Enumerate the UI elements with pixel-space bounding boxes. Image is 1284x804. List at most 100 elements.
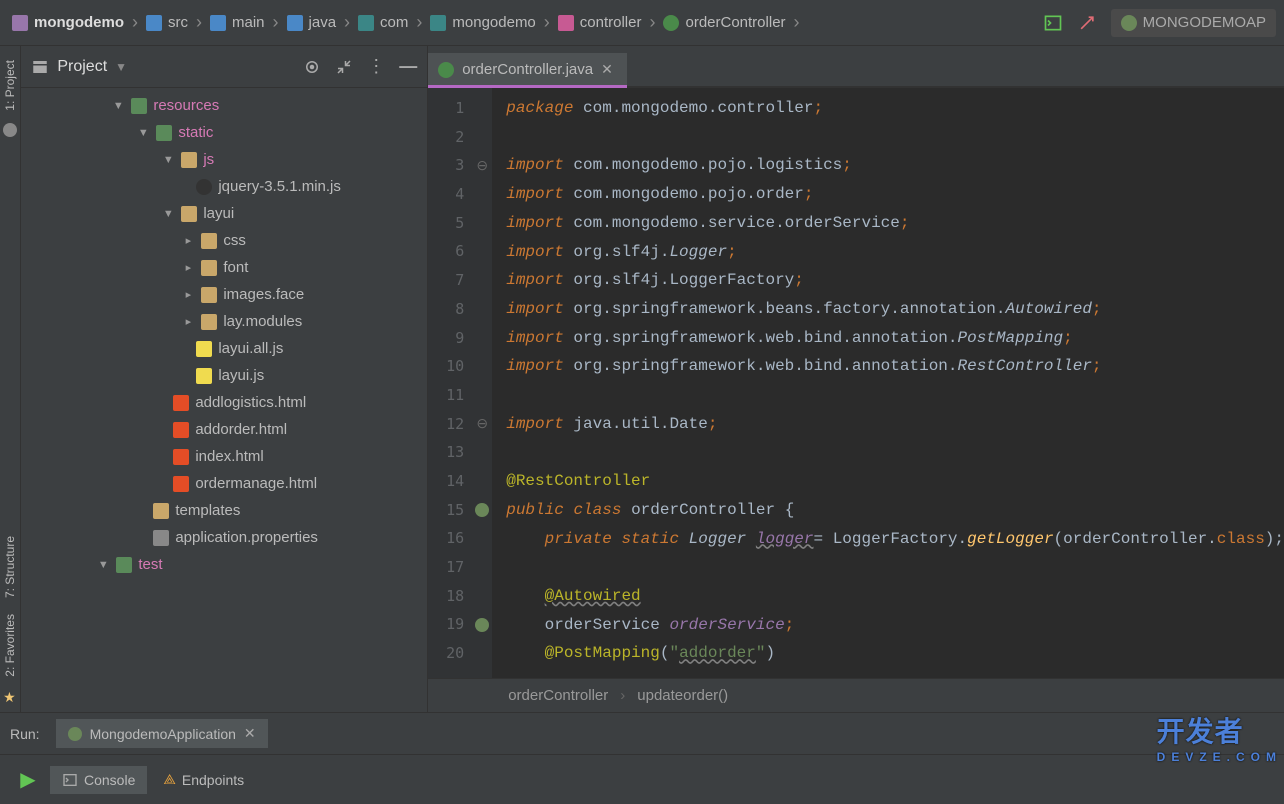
folder-icon — [131, 98, 147, 114]
module-icon — [12, 15, 28, 31]
label: addlogistics.html — [195, 394, 306, 411]
tab-project[interactable]: 1: Project — [3, 52, 17, 119]
bc-com[interactable]: com — [380, 14, 408, 31]
bc-ordercontroller[interactable]: orderController — [685, 14, 785, 31]
tab-structure[interactable]: 7: Structure — [3, 528, 17, 606]
tree-js[interactable]: ▼js — [21, 146, 427, 173]
tree-layuijs[interactable]: layui.js — [21, 362, 427, 389]
run-body: ▶ Console ⟁ Endpoints — [0, 755, 1284, 804]
tree-appprops[interactable]: application.properties — [21, 524, 427, 551]
bc-controller[interactable]: controller — [580, 14, 642, 31]
folder-icon — [146, 15, 162, 31]
tree-test[interactable]: ▼test — [21, 551, 427, 578]
label: font — [223, 259, 248, 276]
endpoints-icon: ⟁ — [163, 771, 176, 788]
tree-templates[interactable]: templates — [21, 497, 427, 524]
html-icon — [173, 422, 189, 438]
tree-css[interactable]: ▸css — [21, 227, 427, 254]
console-label: Console — [84, 772, 135, 788]
folder-icon — [287, 15, 303, 31]
folder-icon — [201, 314, 217, 330]
label: images.face — [223, 286, 304, 303]
jquery-icon — [196, 179, 212, 195]
bean-icon[interactable] — [475, 618, 489, 632]
tree-static[interactable]: ▼static — [21, 119, 427, 146]
tree-font[interactable]: ▸font — [21, 254, 427, 281]
folder-icon — [116, 557, 132, 573]
label: layui.all.js — [218, 340, 283, 357]
close-icon[interactable]: ✕ — [601, 61, 613, 78]
tree-addorder[interactable]: addorder.html — [21, 416, 427, 443]
tree-resources[interactable]: ▼resources — [21, 92, 427, 119]
project-tree[interactable]: ▼resources ▼static ▼js jquery-3.5.1.min.… — [21, 88, 427, 712]
code-content[interactable]: package com.mongodemo.controller; import… — [492, 88, 1284, 678]
editor-area: orderController.java ✕ 12345678910111213… — [428, 46, 1284, 712]
collapse-icon[interactable] — [335, 58, 353, 76]
run-configuration[interactable]: MONGODEMOAP — [1111, 9, 1276, 37]
run-panel: Run: MongodemoApplication ✕ ▶ Console ⟁ … — [0, 712, 1284, 804]
label: css — [223, 232, 246, 249]
editor-body[interactable]: 1234567891011121314151617181920 ⊖⊖ packa… — [428, 88, 1284, 678]
spring-icon — [68, 727, 82, 741]
close-icon[interactable]: ✕ — [244, 725, 256, 742]
label: layui.js — [218, 367, 264, 384]
breadcrumb-path[interactable]: mongodemo› src› main› java› com› mongode… — [8, 12, 804, 33]
chevron-down-icon[interactable]: ▼ — [115, 60, 127, 74]
label: resources — [153, 97, 219, 114]
tree-layui[interactable]: ▼layui — [21, 200, 427, 227]
bc-src[interactable]: src — [168, 14, 188, 31]
tree-images[interactable]: ▸images.face — [21, 281, 427, 308]
tab-favorites[interactable]: 2: Favorites — [3, 606, 17, 685]
bc-mongodemo-pkg[interactable]: mongodemo — [452, 14, 535, 31]
label: test — [138, 556, 162, 573]
crumb-method[interactable]: updateorder() — [637, 687, 728, 704]
tree-index[interactable]: index.html — [21, 443, 427, 470]
crumb-class[interactable]: orderController — [508, 687, 608, 704]
package-icon — [430, 15, 446, 31]
props-icon — [153, 530, 169, 546]
tree-laymodules[interactable]: ▸lay.modules — [21, 308, 427, 335]
attach-icon[interactable] — [1077, 13, 1097, 33]
folder-icon — [201, 260, 217, 276]
minimize-icon[interactable]: — — [399, 56, 417, 77]
line-numbers: 1234567891011121314151617181920 — [428, 88, 472, 678]
tree-jquery[interactable]: jquery-3.5.1.min.js — [21, 173, 427, 200]
endpoints-tab[interactable]: ⟁ Endpoints — [151, 765, 256, 794]
folder-icon — [210, 15, 226, 31]
spring-icon — [1121, 15, 1137, 31]
select-opened-icon[interactable] — [303, 58, 321, 76]
folder-icon — [181, 206, 197, 222]
editor-tab-ordercontroller[interactable]: orderController.java ✕ — [428, 53, 627, 86]
project-panel: Project ▼ ⋮ — ▼resources ▼static ▼js jqu… — [21, 46, 428, 712]
class-icon — [438, 62, 454, 78]
console-icon — [62, 772, 78, 788]
html-icon — [173, 395, 189, 411]
star-icon[interactable]: ★ — [3, 689, 17, 706]
label: addorder.html — [195, 421, 287, 438]
rerun-button[interactable]: ▶ — [10, 762, 46, 798]
run-tab-app[interactable]: MongodemoApplication ✕ — [56, 719, 268, 748]
run-config-label: MONGODEMOAP — [1143, 14, 1266, 31]
bean-icon[interactable] — [475, 503, 489, 517]
js-icon — [196, 341, 212, 357]
tree-ordermanage[interactable]: ordermanage.html — [21, 470, 427, 497]
terminal-icon[interactable] — [1043, 13, 1063, 33]
bc-mongodemo[interactable]: mongodemo — [34, 14, 124, 31]
package-icon — [358, 15, 374, 31]
class-icon — [663, 15, 679, 31]
bc-main[interactable]: main — [232, 14, 265, 31]
bc-java[interactable]: java — [309, 14, 337, 31]
db-icon[interactable] — [3, 123, 17, 137]
package-icon — [558, 15, 574, 31]
editor-breadcrumb[interactable]: orderController › updateorder() — [428, 678, 1284, 712]
tree-addlogistics[interactable]: addlogistics.html — [21, 389, 427, 416]
console-tab[interactable]: Console — [50, 766, 147, 794]
tree-layuiall[interactable]: layui.all.js — [21, 335, 427, 362]
project-title[interactable]: Project — [57, 58, 107, 76]
endpoints-label: Endpoints — [182, 772, 244, 788]
more-icon[interactable]: ⋮ — [367, 56, 385, 77]
html-icon — [173, 449, 189, 465]
folder-icon — [181, 152, 197, 168]
label: lay.modules — [223, 313, 302, 330]
project-view-icon — [31, 58, 49, 76]
